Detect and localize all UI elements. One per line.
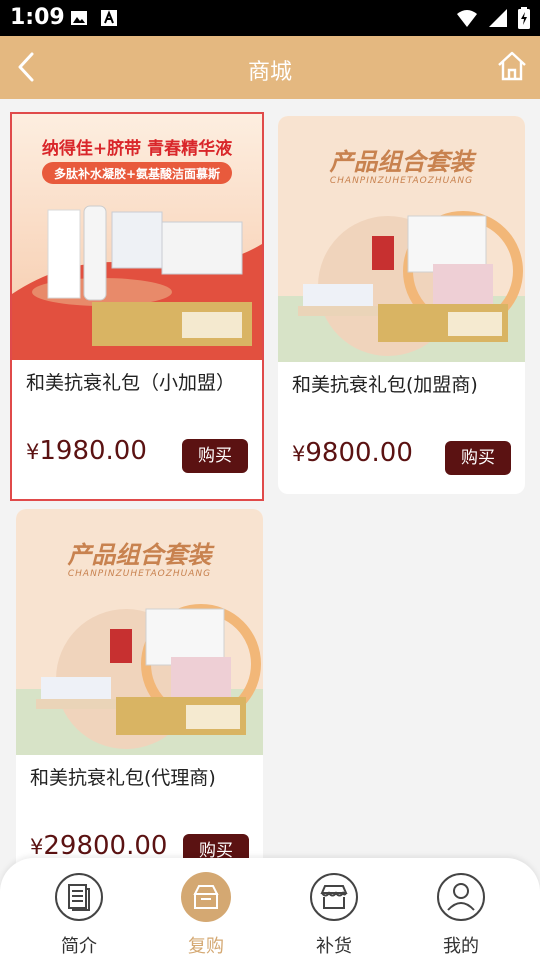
store-icon	[310, 873, 358, 921]
product-card[interactable]: 纳得佳+脐带 青春精华液 多肽补水凝胶+氨基酸洁面慕斯 和美抗衰礼包（小加盟） …	[10, 112, 264, 501]
product-name: 和美抗衰礼包(加盟商)	[292, 374, 478, 396]
product-name: 和美抗衰礼包（小加盟）	[26, 372, 236, 394]
bottom-nav: 简介 复购 补货 我的	[0, 858, 540, 960]
document-icon	[55, 873, 103, 921]
nav-label: 复购	[188, 936, 224, 957]
nav-label: 补货	[316, 936, 352, 957]
nav-item-restock[interactable]: 补货	[279, 872, 389, 958]
header: 商城	[0, 36, 540, 99]
image-icon	[71, 11, 87, 25]
status-bar: 1:09	[0, 0, 540, 36]
user-icon	[437, 873, 485, 921]
buy-button[interactable]: 购买	[445, 441, 511, 475]
currency-symbol: ¥	[292, 442, 306, 466]
banner-title: 产品组合套装	[329, 147, 474, 176]
product-name: 和美抗衰礼包(代理商)	[30, 767, 216, 789]
font-icon	[101, 10, 117, 26]
box-icon	[181, 872, 231, 922]
banner-title: 纳得佳+脐带 青春精华液	[41, 139, 233, 159]
nav-label: 我的	[443, 936, 479, 957]
nav-item-repurchase[interactable]: 复购	[151, 872, 261, 958]
nav-label: 简介	[61, 936, 97, 957]
currency-symbol: ¥	[30, 835, 44, 859]
product-price: ¥29800.00	[30, 831, 167, 861]
price-value: 1980.00	[39, 436, 147, 466]
price-value: 9800.00	[305, 438, 413, 468]
battery-icon	[518, 7, 530, 29]
status-time: 1:09	[10, 5, 65, 30]
price-value: 29800.00	[43, 831, 168, 861]
signal-icon	[489, 9, 507, 27]
home-icon[interactable]	[496, 49, 528, 83]
banner-title: 产品组合套装	[67, 540, 212, 569]
nav-item-mine[interactable]: 我的	[406, 872, 516, 958]
banner-subtitle: CHANPINZUHETAOZHUANG	[329, 176, 474, 186]
product-price: ¥1980.00	[26, 436, 147, 466]
wifi-icon	[457, 10, 477, 27]
buy-button[interactable]: 购买	[182, 439, 248, 473]
product-card[interactable]: 产品组合套装 CHANPINZUHETAOZHUANG 和美抗衰礼包(加盟商) …	[278, 116, 525, 494]
banner-subtitle: 多肽补水凝胶+氨基酸洁面慕斯	[53, 167, 221, 181]
nav-item-intro[interactable]: 简介	[24, 872, 134, 958]
banner-subtitle: CHANPINZUHETAOZHUANG	[67, 569, 212, 579]
currency-symbol: ¥	[26, 440, 40, 464]
page-title: 商城	[247, 60, 292, 85]
product-price: ¥9800.00	[292, 438, 413, 468]
product-card[interactable]: 产品组合套装 CHANPINZUHETAOZHUANG 和美抗衰礼包(代理商) …	[16, 509, 263, 887]
